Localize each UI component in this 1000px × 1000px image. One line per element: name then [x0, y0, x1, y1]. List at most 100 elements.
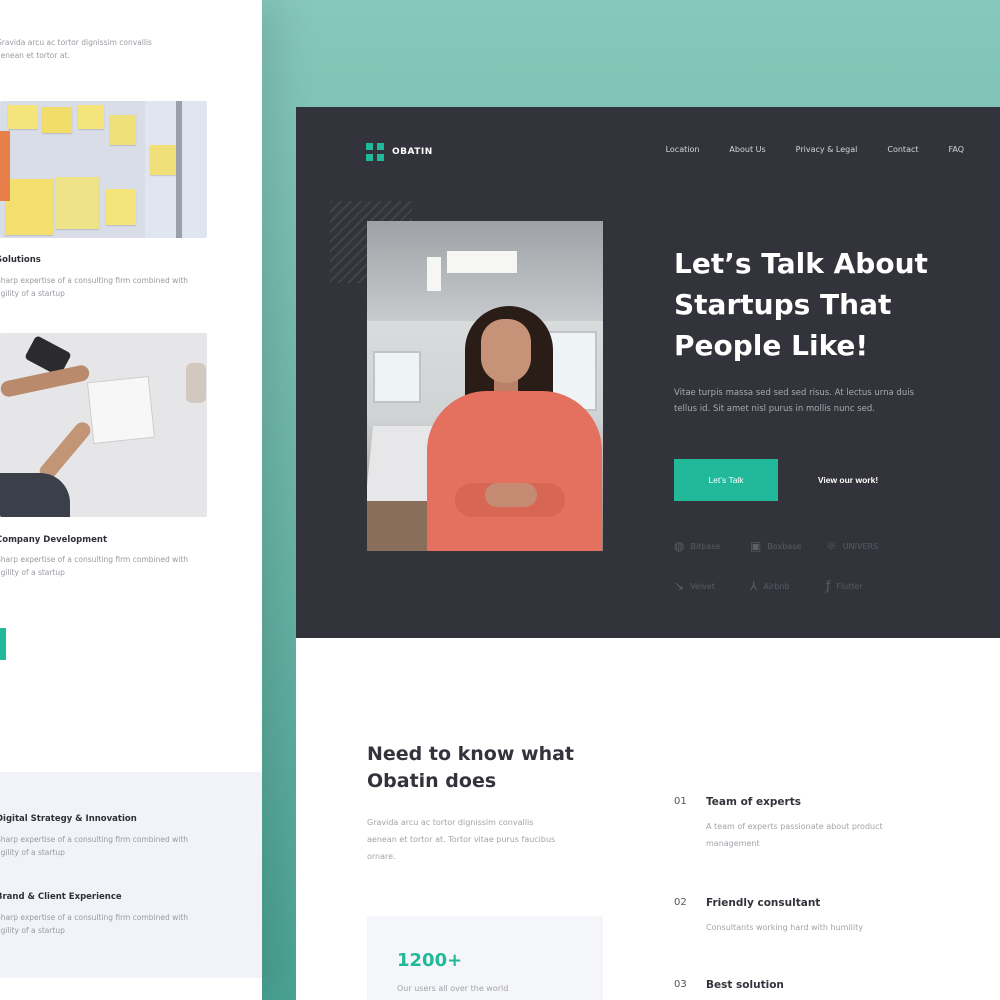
whiteboard-edge — [176, 101, 182, 238]
about-text: Gravida arcu ac tortor dignissim convall… — [367, 814, 612, 865]
nav-item-about[interactable]: About Us — [729, 145, 765, 154]
ceiling-light — [447, 251, 517, 273]
window — [373, 351, 421, 403]
triangle-icon: ⅄ — [750, 579, 758, 593]
feature-desc-line: management — [706, 839, 760, 848]
feature-desc: A team of experts passionate about produ… — [706, 818, 956, 852]
feature-number: 02 — [674, 897, 687, 908]
hero-headline: Let’s Talk About Startups That People Li… — [674, 243, 964, 366]
landing-page: OBATIN Location About Us Privacy & Legal… — [296, 107, 1000, 1000]
left-item-title: Solutions — [0, 255, 41, 265]
left-item-desc-line: Sharp expertise of a consulting firm com… — [0, 276, 189, 285]
hero-photo — [367, 221, 603, 551]
about-text-line: ornare. — [367, 852, 396, 861]
sticky-note — [78, 105, 104, 129]
left-band-title: Brand & Client Experience — [0, 892, 122, 902]
person-hands — [485, 483, 537, 507]
left-band-desc: Sharp expertise of a consulting firm com… — [0, 833, 246, 859]
left-intro-line: Gravida arcu ac tortor dignissim convall… — [0, 38, 152, 47]
partner-name: UNIVERS — [842, 541, 879, 551]
left-band-desc-line: agility of a startup — [0, 926, 65, 935]
subtext-line: Vitae turpis massa sed sed sed risus. At… — [674, 388, 915, 398]
sticky-note — [55, 177, 99, 229]
sticky-note — [5, 179, 53, 235]
hero-subtext: Vitae turpis massa sed sed sed risus. At… — [674, 385, 964, 417]
left-band-desc-line: Sharp expertise of a consulting firm com… — [0, 913, 189, 922]
partner-logo: ⅄ Airbnb — [750, 579, 790, 593]
person-face — [481, 319, 531, 383]
hero-section: OBATIN Location About Us Privacy & Legal… — [296, 107, 1000, 638]
partner-logo: ☼ UNIVERS — [826, 539, 878, 553]
logo-icon — [366, 143, 384, 161]
left-band-desc-line: agility of a startup — [0, 848, 65, 857]
cup — [186, 363, 206, 403]
partner-logo: ◍ Bitbase — [674, 539, 720, 553]
about-title-line: Obatin does — [367, 770, 497, 792]
about-title: Need to know what Obatin does — [367, 741, 607, 795]
left-item-title: Company Development — [0, 535, 108, 545]
person-body — [427, 391, 602, 551]
nav-item-privacy[interactable]: Privacy & Legal — [796, 145, 858, 154]
shirt — [0, 473, 70, 517]
feature-desc: Consultants working hard with humility — [706, 919, 956, 936]
headline-line: People Like! — [674, 329, 869, 362]
left-band-desc: Sharp expertise of a consulting firm com… — [0, 911, 246, 937]
sticky-note — [8, 105, 38, 129]
left-accent-button[interactable] — [0, 628, 6, 660]
left-services-band: Digital Strategy & Innovation Sharp expe… — [0, 772, 262, 978]
partner-logo: ▣ Boxbase — [750, 539, 801, 553]
sticky-notes-image — [0, 101, 207, 238]
left-item-desc: Sharp expertise of a consulting firm com… — [0, 274, 246, 300]
left-band-title: Digital Strategy & Innovation — [0, 814, 137, 824]
subtext-line: tellus id. Sit amet nisl purus in mollis… — [674, 404, 875, 414]
left-item-desc-line: Sharp expertise of a consulting firm com… — [0, 555, 189, 564]
feature-desc-line: A team of experts passionate about produ… — [706, 822, 883, 831]
about-text-line: aenean et tortor at. Tortor vitae purus … — [367, 835, 556, 844]
partner-logo: ƒ Flutter — [826, 579, 863, 593]
feather-icon: ƒ — [826, 579, 831, 593]
feature-desc-line: Consultants working hard with humility — [706, 923, 863, 932]
nav-item-location[interactable]: Location — [666, 145, 700, 154]
headline-line: Let’s Talk About — [674, 247, 928, 280]
sticky-note — [42, 107, 72, 133]
feature-number: 01 — [674, 796, 687, 807]
left-page-preview: Gravida arcu ac tortor dignissim convall… — [0, 0, 262, 1000]
nav-item-faq[interactable]: FAQ — [949, 145, 965, 154]
nav-item-contact[interactable]: Contact — [887, 145, 918, 154]
feature-title: Team of experts — [706, 796, 801, 808]
top-nav: Location About Us Privacy & Legal Contac… — [666, 145, 964, 154]
feature-title: Best solution — [706, 979, 784, 991]
left-intro-text: Gravida arcu ac tortor dignissim convall… — [0, 36, 246, 62]
about-title-line: Need to know what — [367, 743, 575, 765]
left-band-desc-line: Sharp expertise of a consulting firm com… — [0, 835, 189, 844]
logo[interactable]: OBATIN — [366, 143, 433, 161]
leaf-icon: ↘ — [674, 579, 685, 593]
sketch-paper — [86, 375, 156, 445]
partner-name: Bitbase — [690, 541, 721, 551]
sticky-note — [110, 115, 136, 145]
sun-icon: ☼ — [826, 539, 837, 553]
lets-talk-button[interactable]: Let’s Talk — [674, 459, 778, 501]
left-item-desc-line: agility of a startup — [0, 289, 65, 298]
left-intro-line: aenean et tortor at. — [0, 51, 70, 60]
partner-name: Velvet — [690, 581, 715, 591]
partner-logo: ↘ Velvet — [674, 579, 715, 593]
sticky-note — [106, 189, 136, 225]
sticky-note — [150, 145, 176, 175]
about-text-line: Gravida arcu ac tortor dignissim convall… — [367, 818, 534, 827]
globe-icon: ◍ — [674, 539, 685, 553]
feature-number: 03 — [674, 979, 687, 990]
partner-name: Airbnb — [763, 581, 790, 591]
partner-name: Boxbase — [767, 541, 802, 551]
left-item-desc: Sharp expertise of a consulting firm com… — [0, 553, 246, 579]
box-icon: ▣ — [750, 539, 762, 553]
stat-label: Our users all over the world — [397, 984, 509, 993]
ceiling-light — [427, 257, 441, 291]
partner-name: Flutter — [836, 581, 863, 591]
logo-text: OBATIN — [392, 147, 433, 157]
headline-line: Startups That — [674, 288, 892, 321]
sketching-image — [0, 333, 207, 517]
left-item-desc-line: agility of a startup — [0, 568, 65, 577]
orange-note — [0, 131, 10, 201]
view-work-button[interactable]: View our work! — [788, 459, 908, 501]
